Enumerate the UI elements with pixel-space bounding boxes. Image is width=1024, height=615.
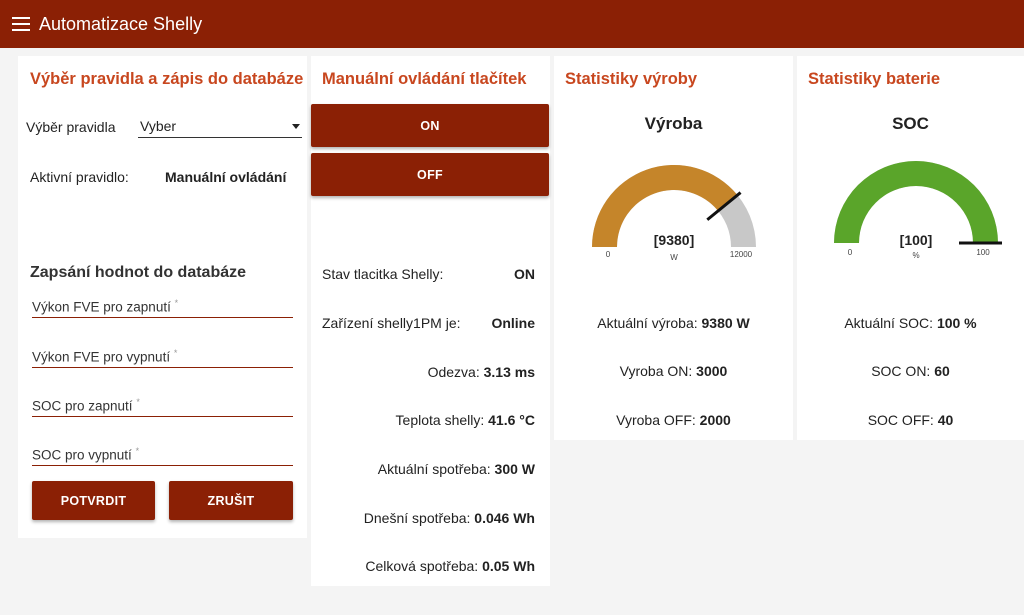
production-on-stat: Vyroba ON: 3000 [619,363,728,379]
soc-on-field[interactable]: SOC pro zapnutí * [32,395,293,417]
battery-card-title: Statistiky baterie [808,70,941,88]
app-title: Automatizace Shelly [39,13,203,34]
soc-current-stat: Aktuální SOC: 100 % [844,315,977,331]
production-gauge-title: Výroba [644,114,703,133]
fve-on-placeholder: Výkon FVE pro zapnutí * [32,298,179,315]
dropdown-arrow-icon [292,124,300,129]
battery-gauge-min: 0 [848,248,853,257]
soc-off-field[interactable]: SOC pro vypnutí * [32,444,293,466]
device-status-label: Zařízení shelly1PM je: [322,315,461,331]
production-gauge-max: 12000 [730,250,753,259]
temperature-label: Teplota shelly: [395,412,485,428]
manual-card: Manuální ovládání tlačítek ON OFF Stav t… [311,56,550,586]
fve-off-field[interactable]: Výkon FVE pro vypnutí * [32,346,293,368]
production-gauge-value: [9380] [654,232,694,248]
production-current-stat: Aktuální výroba: 9380 W [597,315,750,331]
today-consumption-label: Dnešní spotřeba: [363,510,471,526]
shelly-state-value: ON [514,266,535,282]
total-consumption-value: 0.05 Wh [482,558,535,574]
soc-on-placeholder: SOC pro zapnutí * [32,397,140,414]
production-on-value: 3000 [696,363,728,379]
rule-card: Výběr pravidla a zápis do databáze Výběr… [18,56,307,538]
manual-card-title: Manuální ovládání tlačítek [322,70,527,88]
fve-off-placeholder: Výkon FVE pro vypnutí * [32,348,178,365]
soc-current-value: 100 % [936,315,977,331]
total-consumption-label: Celková spotřeba: [365,558,479,574]
soc-off-placeholder: SOC pro vypnutí * [32,446,140,463]
off-button[interactable]: OFF [311,153,549,196]
fve-on-field[interactable]: Výkon FVE pro zapnutí * [32,296,293,318]
battery-gauge-value: [100] [900,232,933,248]
rule-select[interactable]: Vyber [138,116,302,138]
cancel-button[interactable]: ZRUŠIT [169,481,293,520]
soc-off-stat: SOC OFF: 40 [867,412,954,428]
app-bar: Automatizace Shelly [0,0,1024,48]
latency-value: 3.13 ms [483,364,535,380]
rule-select-value: Vyber [140,118,177,134]
rule-card-title: Výběr pravidla a zápis do databáze [30,70,304,88]
soc-on-stat: SOC ON: 60 [871,363,950,379]
production-card-title: Statistiky výroby [565,70,698,88]
battery-gauge-unit: % [912,251,919,260]
today-consumption-value: 0.046 Wh [474,510,535,526]
production-gauge: [9380] 0 W 12000 [592,165,756,262]
active-rule-value: Manuální ovládání [165,169,287,185]
soc-off-value: 40 [937,412,954,428]
production-off-stat: Vyroba OFF: 2000 [616,412,731,428]
production-off-value: 2000 [699,412,731,428]
rule-select-label: Výběr pravidla [26,119,116,135]
battery-gauge-fill [834,161,998,243]
production-current-value: 9380 W [701,315,750,331]
battery-gauge: [100] 0 % 100 [834,161,1002,260]
production-card: Statistiky výroby Výroba [9380] 0 W 1200… [554,56,793,440]
battery-gauge-max: 100 [976,248,990,257]
on-button[interactable]: ON [311,104,549,147]
confirm-button[interactable]: POTVRDIT [32,481,155,520]
production-gauge-min: 0 [606,250,611,259]
latency-label: Odezva: [427,364,480,380]
battery-card: Statistiky baterie SOC [100] 0 % 100 Akt… [797,56,1024,440]
db-section-title: Zapsání hodnot do databáze [30,264,247,281]
current-consumption-label: Aktuální spotřeba: [377,461,491,477]
active-rule-label: Aktivní pravidlo: [30,169,129,185]
hamburger-menu-icon[interactable] [12,17,30,31]
soc-on-value: 60 [934,363,950,379]
current-consumption-value: 300 W [494,461,535,477]
device-status-value: Online [491,315,535,331]
battery-gauge-title: SOC [892,114,929,133]
production-gauge-unit: W [670,253,678,262]
shelly-state-label: Stav tlacitka Shelly: [322,266,444,282]
temperature-value: 41.6 °C [488,412,535,428]
